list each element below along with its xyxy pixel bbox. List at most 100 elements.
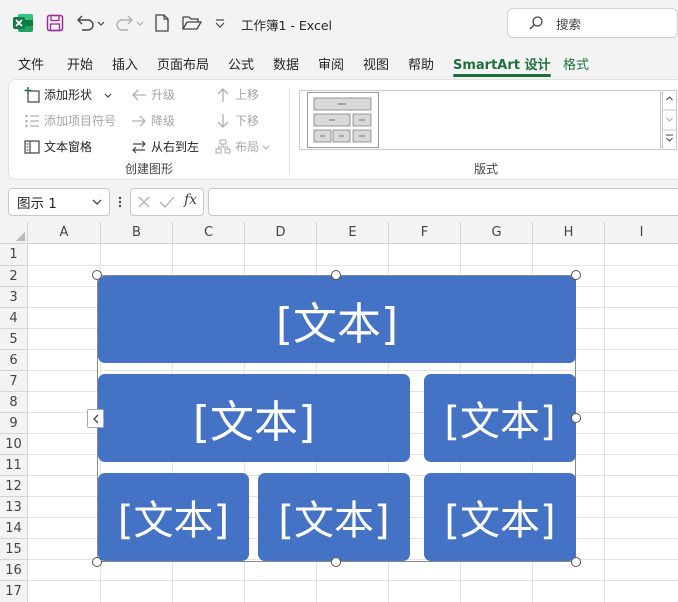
save-icon[interactable] <box>45 12 65 34</box>
formula-input[interactable] <box>208 188 678 216</box>
row-header[interactable]: 17 <box>0 581 28 602</box>
smartart-node-top[interactable]: [文本] <box>98 276 576 363</box>
move-up-label: 上移 <box>235 88 260 102</box>
row-header[interactable]: 8 <box>0 392 28 413</box>
org-chart-icon <box>215 138 231 155</box>
column-header[interactable]: I <box>605 222 678 244</box>
arrow-right-icon <box>131 113 147 129</box>
column-header[interactable]: D <box>245 222 317 244</box>
resize-handle-top-right[interactable] <box>571 270 581 280</box>
column-header[interactable]: A <box>28 222 101 244</box>
grid-line <box>28 580 678 581</box>
column-header[interactable]: C <box>173 222 245 244</box>
row-header[interactable]: 2 <box>0 266 28 287</box>
row-header[interactable]: 4 <box>0 308 28 329</box>
cancel-icon <box>137 195 151 212</box>
resize-handle-bottom-right[interactable] <box>571 557 581 567</box>
layout-option-hierarchy[interactable] <box>307 92 379 148</box>
smartart-node-bottom-left[interactable]: [文本] <box>98 473 249 561</box>
row-header[interactable]: 13 <box>0 497 28 518</box>
move-down-button: 下移 <box>215 112 259 129</box>
resize-handle-bottom[interactable] <box>331 557 341 567</box>
more-options-icon[interactable] <box>116 194 124 210</box>
row-header[interactable]: 15 <box>0 539 28 560</box>
tab-data[interactable]: 数据 <box>273 54 299 73</box>
resize-handle-bottom-left[interactable] <box>92 557 102 567</box>
smartart-node-middle-left[interactable]: [文本] <box>98 374 410 462</box>
tab-help[interactable]: 帮助 <box>408 54 434 73</box>
column-header[interactable]: G <box>461 222 533 244</box>
text-pane-toggle[interactable] <box>87 409 104 428</box>
column-header[interactable]: H <box>533 222 605 244</box>
text-pane-label: 文本窗格 <box>44 140 93 154</box>
demote-button: 降级 <box>131 112 175 129</box>
chevron-down-icon <box>91 195 103 209</box>
row-header[interactable]: 7 <box>0 371 28 392</box>
chevron-down-icon <box>104 88 112 102</box>
layout-button: 布局 <box>215 138 270 155</box>
insert-function-button[interactable]: fx <box>184 192 197 208</box>
tab-formulas[interactable]: 公式 <box>228 54 254 73</box>
row-header[interactable]: 12 <box>0 476 28 497</box>
row-header[interactable]: 11 <box>0 455 28 476</box>
promote-label: 升级 <box>151 88 176 102</box>
tab-file[interactable]: 文件 <box>18 54 44 73</box>
row-header[interactable]: 9 <box>0 413 28 434</box>
right-to-left-button[interactable]: 从右到左 <box>131 138 199 155</box>
arrow-left-icon <box>131 87 147 103</box>
tab-home[interactable]: 开始 <box>67 54 93 73</box>
row-header[interactable]: 5 <box>0 329 28 350</box>
demote-label: 降级 <box>151 114 176 128</box>
column-header[interactable]: E <box>317 222 389 244</box>
search-input[interactable]: 搜索 <box>507 8 678 38</box>
column-header[interactable]: B <box>101 222 173 244</box>
formula-buttons: fx <box>130 188 204 216</box>
add-shape-label: 添加形状 <box>44 88 93 102</box>
smartart-node-bottom-right[interactable]: [文本] <box>424 473 576 561</box>
document-title: 工作簿1 - Excel <box>241 18 333 33</box>
layout-label: 布局 <box>235 140 260 154</box>
tab-format[interactable]: 格式 <box>563 54 589 73</box>
row-header[interactable]: 1 <box>0 244 28 266</box>
promote-button: 升级 <box>131 86 175 103</box>
new-document-icon[interactable] <box>153 12 171 34</box>
undo-icon[interactable] <box>74 12 108 34</box>
check-icon <box>159 195 175 212</box>
excel-logo-icon <box>12 12 34 34</box>
smartart-node-bottom-center[interactable]: [文本] <box>258 473 410 561</box>
resize-handle-top[interactable] <box>331 270 341 280</box>
resize-handle-right[interactable] <box>571 413 581 423</box>
tab-review[interactable]: 审阅 <box>318 54 344 73</box>
smartart-node-middle-right[interactable]: [文本] <box>424 374 576 462</box>
formula-bar: 图示 1 fx <box>0 187 678 217</box>
layout-gallery-scrollbar[interactable] <box>662 90 677 150</box>
chevron-down-icon <box>262 140 270 154</box>
arrow-down-icon <box>215 113 231 129</box>
name-box[interactable]: 图示 1 <box>8 188 110 216</box>
row-header[interactable]: 14 <box>0 518 28 539</box>
add-shape-button[interactable]: 添加形状 <box>24 86 112 103</box>
tab-page-layout[interactable]: 页面布局 <box>157 54 209 73</box>
tab-view[interactable]: 视图 <box>363 54 389 73</box>
row-header[interactable]: 10 <box>0 434 28 455</box>
row-header[interactable]: 16 <box>0 560 28 581</box>
select-all-button[interactable] <box>0 222 28 244</box>
row-header[interactable]: 3 <box>0 287 28 308</box>
resize-handle-top-left[interactable] <box>92 270 102 280</box>
tab-insert[interactable]: 插入 <box>112 54 138 73</box>
text-pane-button[interactable]: 文本窗格 <box>24 138 92 155</box>
grid-line <box>604 244 605 602</box>
ribbon-divider <box>289 88 290 174</box>
right-to-left-label: 从右到左 <box>151 140 200 154</box>
tab-smartart-design[interactable]: SmartArt 设计 <box>453 54 551 77</box>
arrow-up-icon <box>215 87 231 103</box>
grid-line <box>28 265 678 266</box>
ribbon: 添加形状 添加项目符号 文本窗格 升级 降级 从右到左 上移 下移 布局 创建图… <box>8 79 678 180</box>
customize-toolbar-icon[interactable] <box>212 12 228 34</box>
menu-bar: 文件 开始 插入 页面布局 公式 数据 审阅 视图 帮助 SmartArt 设计… <box>0 50 678 77</box>
chevron-left-icon <box>92 414 98 423</box>
row-header[interactable]: 6 <box>0 350 28 371</box>
swap-arrows-icon <box>131 139 147 155</box>
column-header[interactable]: F <box>389 222 461 244</box>
open-folder-icon[interactable] <box>181 12 203 34</box>
